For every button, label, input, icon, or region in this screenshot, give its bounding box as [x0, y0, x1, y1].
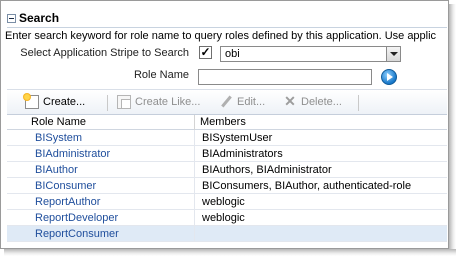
- frame-shadow-right: [449, 4, 456, 256]
- role-name-cell[interactable]: ReportAuthor: [35, 196, 100, 208]
- stripe-checkbox[interactable]: ✓: [199, 46, 212, 59]
- column-divider: [194, 130, 195, 146]
- create-like-button[interactable]: Create Like...: [117, 95, 200, 109]
- roles-table: Role Name Members BISystem BISystemUser …: [7, 115, 447, 242]
- role-name-cell[interactable]: ReportConsumer: [35, 228, 119, 240]
- create-like-label: Create Like...: [135, 96, 201, 108]
- role-name-cell[interactable]: BISystem: [35, 132, 82, 144]
- panel-title: Search: [19, 11, 60, 25]
- copy-icon: [117, 95, 131, 109]
- stripe-select[interactable]: obi: [220, 46, 401, 62]
- stripe-label: Select Application Stripe to Search: [20, 47, 189, 59]
- stripe-select-value: obi: [225, 48, 240, 60]
- role-name-input[interactable]: [198, 69, 372, 85]
- column-divider: [194, 115, 195, 130]
- table-row[interactable]: BISystem BISystemUser: [7, 130, 447, 146]
- search-panel: Search Enter search keyword for role nam…: [0, 0, 449, 249]
- create-label: Create...: [43, 96, 86, 108]
- members-cell: BIAdministrators: [202, 148, 283, 160]
- edit-button[interactable]: Edit...: [219, 95, 265, 109]
- column-divider: [194, 194, 195, 210]
- table-header: Role Name Members: [7, 115, 447, 130]
- new-item-icon: [23, 93, 39, 109]
- table-row[interactable]: BIAuthor BIAuthors, BIAdministrator: [7, 162, 447, 178]
- column-divider: [194, 210, 195, 226]
- frame-shadow-bottom: [4, 249, 456, 256]
- role-name-cell[interactable]: BIAdministrator: [35, 148, 110, 160]
- toolbar: Create... Create Like... Edit... ✕ Delet…: [7, 89, 447, 115]
- toolbar-separator: [358, 95, 359, 111]
- members-cell: weblogic: [202, 196, 245, 208]
- column-divider: [194, 226, 195, 242]
- role-name-cell[interactable]: BIConsumer: [35, 180, 96, 192]
- table-row[interactable]: BIAdministrator BIAdministrators: [7, 146, 447, 162]
- column-divider: [194, 162, 195, 178]
- delete-x-icon: ✕: [284, 93, 296, 109]
- column-header-members[interactable]: Members: [200, 116, 246, 128]
- table-row[interactable]: ReportDeveloper weblogic: [7, 210, 447, 226]
- toolbar-separator: [107, 95, 108, 111]
- role-name-label: Role Name: [133, 69, 189, 81]
- delete-label: Delete...: [301, 96, 342, 108]
- members-cell: weblogic: [202, 212, 245, 224]
- table-row-selected[interactable]: ReportConsumer: [7, 226, 447, 242]
- table-row[interactable]: ReportAuthor weblogic: [7, 194, 447, 210]
- create-button[interactable]: Create...: [23, 93, 86, 109]
- members-cell: BIConsumers, BIAuthor, authenticated-rol…: [202, 180, 412, 192]
- table-row[interactable]: BIConsumer BIConsumers, BIAuthor, authen…: [7, 178, 447, 194]
- role-name-cell[interactable]: BIAuthor: [35, 164, 78, 176]
- column-divider: [194, 178, 195, 194]
- go-search-button[interactable]: [381, 69, 397, 85]
- column-divider: [194, 146, 195, 162]
- collapse-icon[interactable]: [7, 13, 16, 23]
- edit-label: Edit...: [237, 96, 266, 108]
- search-header: Search: [7, 10, 59, 26]
- members-cell: BIAuthors, BIAdministrator: [202, 164, 332, 176]
- header-divider: [7, 27, 447, 28]
- chevron-down-icon[interactable]: [386, 47, 400, 61]
- instructions-text: Enter search keyword for role name to qu…: [5, 30, 437, 42]
- pencil-icon: [219, 95, 233, 109]
- role-name-cell[interactable]: ReportDeveloper: [35, 212, 118, 224]
- column-header-role-name[interactable]: Role Name: [31, 116, 86, 128]
- members-cell: BISystemUser: [202, 132, 273, 144]
- delete-button[interactable]: ✕ Delete...: [283, 93, 342, 109]
